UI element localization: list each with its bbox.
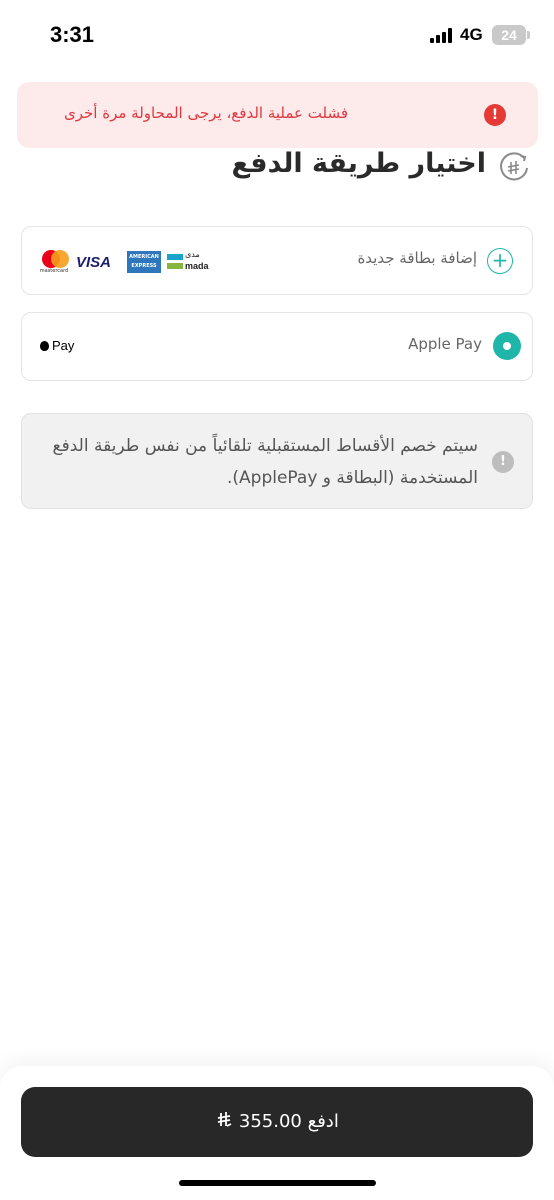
battery-tip bbox=[527, 31, 530, 39]
error-toast[interactable]: فشلت عملية الدفع، يرجى المحاولة مرة أخرى… bbox=[17, 82, 538, 148]
riyal-back-icon[interactable] bbox=[498, 152, 530, 184]
add-card-label: إضافة بطاقة جديدة bbox=[357, 249, 477, 267]
apple-pay-option[interactable]: Apple Pay Pay bbox=[21, 312, 533, 381]
home-indicator bbox=[179, 1180, 376, 1186]
amex-logo: AMERICAN EXPRESS bbox=[127, 251, 161, 273]
add-new-card-option[interactable]: + إضافة بطاقة جديدة mastercard VISA AMER… bbox=[21, 226, 533, 295]
status-bar: 3:31 4G 24 bbox=[0, 0, 554, 70]
page-title: اختيار طريقة الدفع bbox=[231, 148, 486, 179]
exclamation-icon: ! bbox=[484, 104, 506, 126]
riyal-icon bbox=[218, 1112, 232, 1127]
battery-icon: 24 bbox=[492, 25, 526, 45]
pay-amount: 355.00 bbox=[238, 1111, 302, 1132]
signal-icon bbox=[430, 27, 454, 43]
card-brands: mastercard VISA AMERICAN EXPRESS مدى mad… bbox=[38, 250, 209, 274]
exclamation-icon: ! bbox=[492, 451, 514, 473]
plus-circle-icon: + bbox=[487, 248, 513, 274]
footer: ادفع 355.00 bbox=[0, 1066, 554, 1200]
pay-button[interactable]: ادفع 355.00 bbox=[21, 1087, 533, 1157]
mastercard-logo: mastercard bbox=[38, 250, 70, 274]
radio-selected-icon[interactable] bbox=[493, 332, 521, 360]
apple-pay-logo: Pay bbox=[40, 338, 74, 353]
network-type: 4G bbox=[460, 25, 483, 44]
error-message: فشلت عملية الدفع، يرجى المحاولة مرة أخرى bbox=[64, 104, 348, 122]
status-time: 3:31 bbox=[50, 22, 95, 47]
apple-pay-label: Apple Pay bbox=[408, 335, 482, 353]
mada-logo: مدى mada bbox=[167, 250, 211, 274]
visa-logo: VISA bbox=[76, 254, 112, 271]
pay-label: ادفع bbox=[307, 1111, 339, 1132]
info-message: سيتم خصم الأقساط المستقبلية تلقائياً من … bbox=[52, 436, 478, 488]
installments-info-box: ! سيتم خصم الأقساط المستقبلية تلقائياً م… bbox=[21, 413, 533, 509]
page-header: اختيار طريقة الدفع bbox=[0, 148, 554, 188]
apple-icon bbox=[40, 341, 49, 351]
